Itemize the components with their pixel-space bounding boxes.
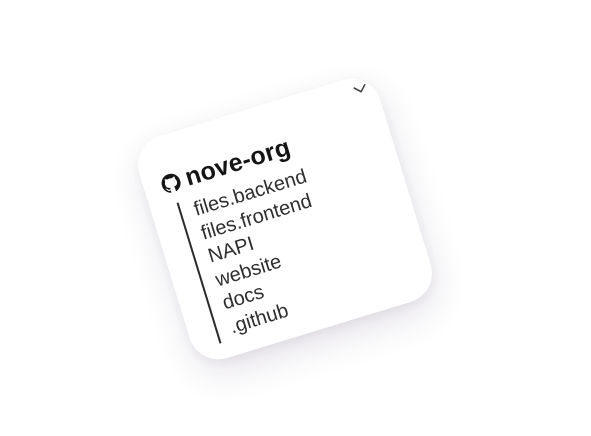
github-icon (159, 171, 183, 195)
org-repos-card: nove-org files.backend files.frontend NA… (130, 71, 440, 367)
canvas: nove-org files.backend files.frontend NA… (0, 0, 591, 436)
chevron-down-icon[interactable] (350, 79, 370, 99)
repo-list: files.backend files.frontend NAPI websit… (176, 164, 346, 344)
